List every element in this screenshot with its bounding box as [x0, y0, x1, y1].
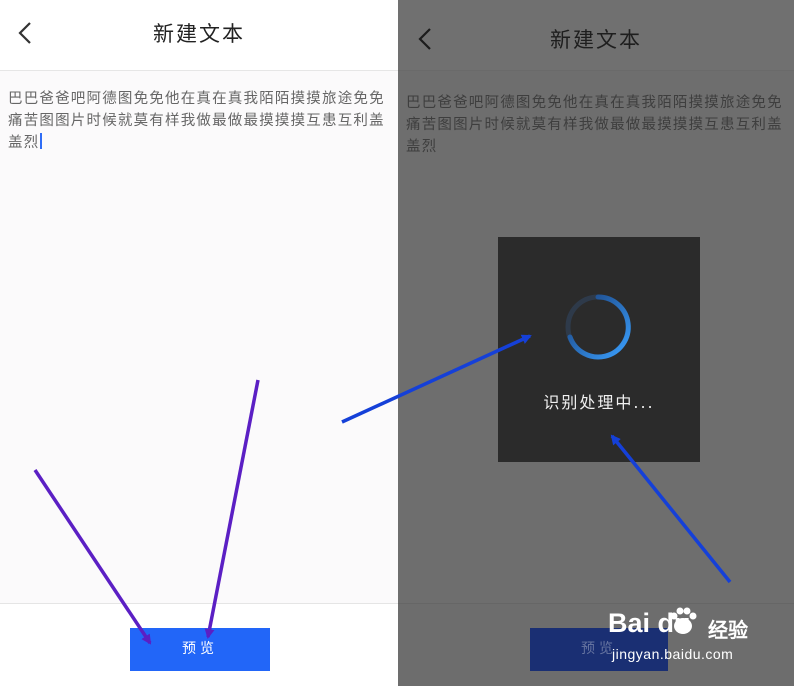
page-title: 新建文本 [153, 22, 245, 46]
text-editor[interactable]: 巴巴爸爸吧阿德图免免他在真在真我陌陌摸摸旅途免免痛苦图图片时候就莫有样我做最做最… [8, 88, 394, 154]
footer: 预览 [0, 603, 398, 686]
page-title: 新建文本 [550, 28, 642, 52]
editor-text: 巴巴爸爸吧阿德图免免他在真在真我陌陌摸摸旅途免免痛苦图图片时候就莫有样我做最做最… [8, 91, 385, 151]
loading-spinner-icon [565, 294, 631, 360]
preview-button[interactable]: 预览 [130, 628, 270, 671]
loading-text: 识别处理中... [543, 393, 655, 412]
left-screen: 新建文本 巴巴爸爸吧阿德图免免他在真在真我陌陌摸摸旅途免免痛苦图图片时候就莫有样… [0, 0, 398, 686]
baidu-watermark: Bai du 经验 jingyan.baidu.com [608, 600, 788, 670]
header: 新建文本 [0, 0, 398, 71]
paw-logo-icon [670, 607, 697, 634]
loading-dialog: 识别处理中... [498, 237, 700, 462]
watermark-url: jingyan.baidu.com [612, 646, 734, 662]
text-editor[interactable]: 巴巴爸爸吧阿德图免免他在真在真我陌陌摸摸旅途免免痛苦图图片时候就莫有样我做最做最… [406, 92, 790, 158]
watermark-brand: 经验 [708, 618, 748, 642]
header: 新建文本 [398, 0, 794, 71]
right-screen: 新建文本 巴巴爸爸吧阿德图免免他在真在真我陌陌摸摸旅途免免痛苦图图片时候就莫有样… [398, 0, 794, 686]
text-cursor [40, 133, 43, 149]
